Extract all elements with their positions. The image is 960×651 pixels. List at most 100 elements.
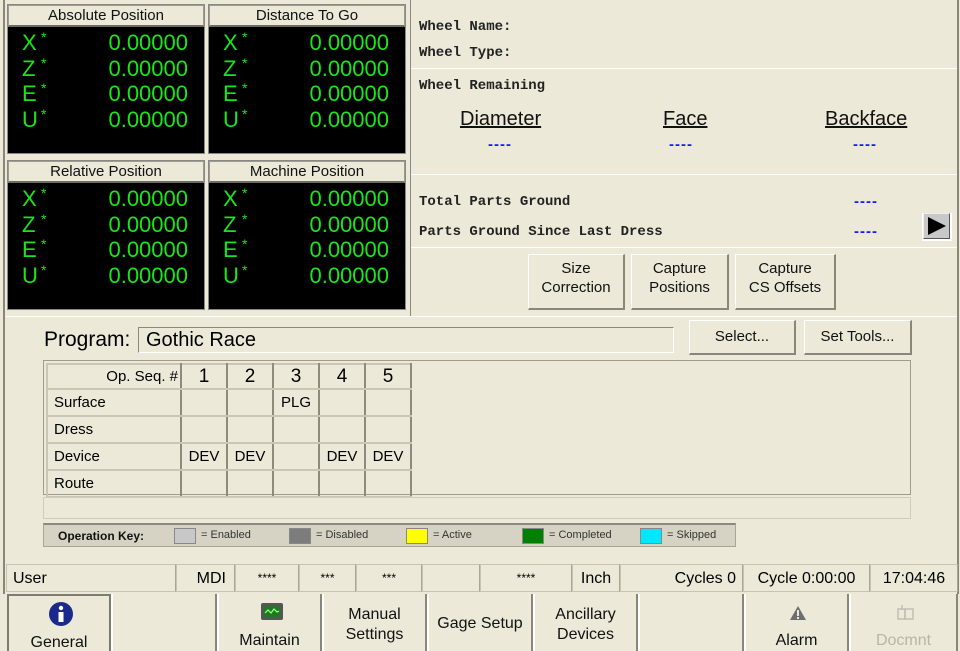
nav-gage-setup[interactable]: Gage Setup [427,594,533,651]
nav-ancillary-devices-line1: Ancillary [555,606,616,623]
ops-cell[interactable] [180,388,228,417]
axis-flag: * [242,261,248,278]
ops-cell[interactable] [226,388,274,417]
size-correction-button[interactable]: Size Correction [528,254,625,310]
mode-status: MDI [176,564,235,592]
backface-heading: Backface [825,108,908,130]
ops-row-label: Surface [46,388,182,417]
ops-cell[interactable]: DEV [226,442,274,471]
ops-cell[interactable] [364,388,412,417]
divider [411,247,959,248]
status-field-3: *** [356,564,422,592]
ops-cell[interactable] [272,469,320,498]
ops-cell[interactable]: DEV [318,442,366,471]
play-arrow-icon [928,217,946,235]
next-page-button[interactable] [923,213,950,239]
wheel-info-panel: Wheel Name: Wheel Type: Wheel Remaining … [410,0,960,316]
ops-cell[interactable] [318,388,366,417]
nav-gage-setup-label: Gage Setup [437,615,523,632]
status-field-5: **** [480,564,572,592]
parts-since-dress-label: Parts Ground Since Last Dress [419,224,663,240]
nav-empty-2[interactable] [638,594,744,651]
axis-value: 0.00000 [309,262,389,288]
key-swatch-completed [522,528,544,544]
axis-row-x: X * 0.00000 [209,185,405,212]
op-seq-column-header: 4 [318,363,366,390]
axis-row-z: Z * 0.00000 [209,211,405,238]
key-label-completed: = Completed [549,529,612,541]
axis-value: 0.00000 [309,30,389,55]
axis-row-u: U * 0.00000 [8,106,204,133]
axis-value: 0.00000 [108,106,188,132]
ops-cell[interactable] [318,469,366,498]
key-swatch-skipped [640,528,662,544]
status-field-1: **** [235,564,299,592]
parts-since-dress-value: ---- [854,223,878,240]
axis-label: Z [223,211,237,237]
operations-grid: Op. Seq. #1 2 3 4 5 Surface PLG Dress Device DEV D… [43,360,911,498]
operation-key: Operation Key: = Enabled = Disabled = Acti… [43,523,736,547]
machine-position-panel: Machine Position X * 0.00000 Z * 0.00000 E * 0.00… [208,160,406,310]
operations-table: Op. Seq. #1 2 3 4 5 Surface PLG Dress Device DEV D… [46,363,412,498]
nav-manual-settings[interactable]: Manual Settings [322,594,427,651]
capture-cs-offsets-line1: Capture [758,260,812,277]
axis-label: Z [22,55,36,81]
ops-cell[interactable] [180,415,228,444]
axis-label: U [22,106,38,132]
axis-label: U [223,106,239,132]
document-icon [897,605,914,620]
axis-label: X [22,30,37,55]
axis-value: 0.00000 [309,55,389,81]
program-name-field[interactable]: Gothic Race [138,327,674,353]
axis-row-x: X * 0.00000 [8,185,204,212]
left-border [3,0,5,594]
face-value: ---- [669,136,693,153]
ops-cell[interactable]: PLG [272,388,320,417]
select-program-button[interactable]: Select... [689,320,796,355]
axis-value: 0.00000 [309,81,389,106]
ops-cell[interactable] [180,469,228,498]
message-strip [43,497,911,519]
status-field-4 [422,564,480,592]
axis-value: 0.00000 [309,186,389,211]
axis-flag: * [41,80,47,96]
ops-cell[interactable]: DEV [180,442,228,471]
axis-row-e: E * 0.00000 [209,80,405,107]
nav-alarm[interactable]: Alarm [744,594,849,651]
ops-cell[interactable] [364,469,412,498]
nav-document[interactable]: Docmnt [849,594,958,651]
key-label-skipped: = Skipped [667,529,717,541]
ops-cell[interactable] [226,469,274,498]
units-status: Inch [572,564,620,592]
op-seq-column-header: 1 [180,363,228,390]
distance-to-go-panel: Distance To Go X * 0.00000 Z * 0.00000 E * 0.0000… [208,4,406,154]
nav-ancillary-devices[interactable]: Ancillary Devices [533,594,638,651]
nav-document-label: Docmnt [875,632,932,649]
ops-cell[interactable]: DEV [364,442,412,471]
op-seq-column-header: 3 [272,363,320,390]
axis-row-e: E * 0.00000 [8,80,204,107]
key-swatch-disabled [289,528,311,544]
axis-value: 0.00000 [108,55,188,81]
axis-row-z: Z * 0.00000 [8,55,204,82]
capture-positions-button[interactable]: Capture Positions [631,254,729,310]
nav-manual-settings-line1: Manual [348,606,401,623]
ops-cell[interactable] [272,415,320,444]
ops-cell[interactable] [364,415,412,444]
nav-general-label: General [30,634,88,651]
nav-maintain[interactable]: Maintain [217,594,322,651]
cycle-time-status: Cycle 0:00:00 [743,564,870,592]
nav-empty-1[interactable] [111,594,217,651]
ops-cell[interactable] [318,415,366,444]
op-seq-column-header: 5 [364,363,412,390]
set-tools-button[interactable]: Set Tools... [804,320,912,355]
nav-general[interactable]: General [7,594,111,651]
ops-cell[interactable] [272,442,320,471]
info-icon [49,602,73,626]
ops-cell[interactable] [226,415,274,444]
capture-cs-offsets-button[interactable]: Capture CS Offsets [735,254,836,310]
wheel-remaining-label: Wheel Remaining [419,78,546,94]
op-seq-column-header: 2 [226,363,274,390]
axis-row-u: U * 0.00000 [209,106,405,133]
key-label-disabled: = Disabled [316,529,369,541]
